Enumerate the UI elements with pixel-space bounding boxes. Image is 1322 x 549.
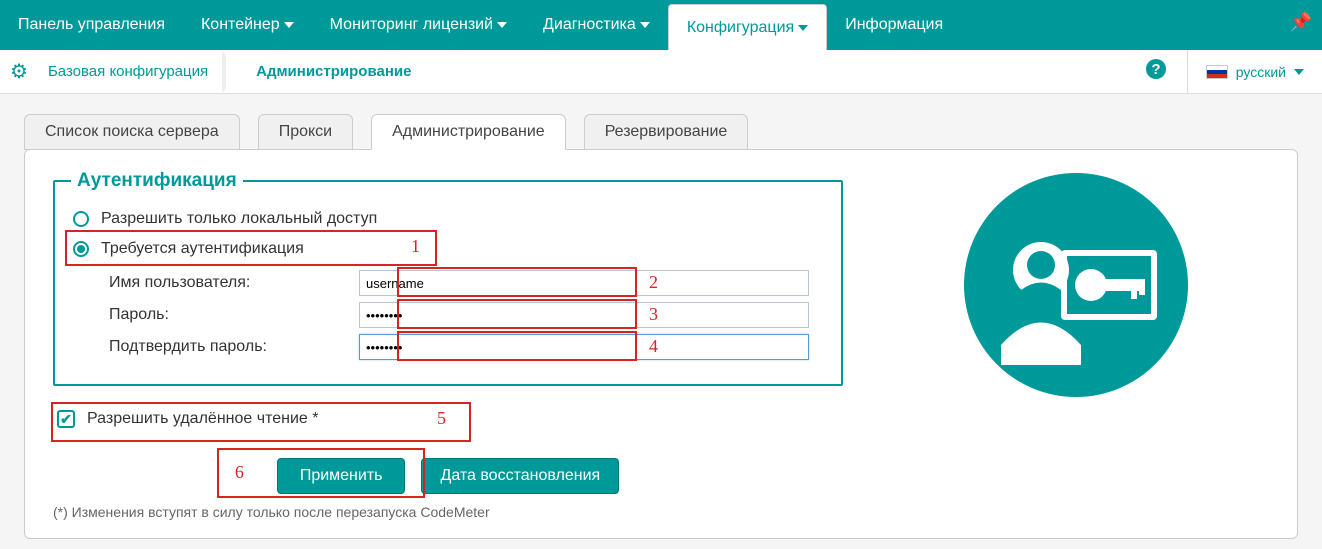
username-label: Имя пользователя: [109,274,359,292]
confirm-password-input[interactable] [359,334,809,360]
pin-icon[interactable]: 📌 [1290,12,1312,33]
tab-administration[interactable]: Администрирование [371,114,566,150]
chevron-down-icon [1294,69,1304,75]
annotation-num-6: 6 [235,462,244,483]
breadcrumb-base[interactable]: Базовая конфигурация [36,50,220,93]
top-nav: Панель управления Контейнер Мониторинг л… [0,0,1322,50]
button-row: 6 Применить Дата восстановления [53,458,843,494]
annotation-num-3: 3 [649,304,658,325]
password-input[interactable] [359,302,809,328]
apply-button[interactable]: Применить [277,458,406,494]
page-body: Список поиска сервера Прокси Администрир… [0,94,1322,549]
gear-icon: ⚙ [10,59,28,84]
auth-legend: Аутентификация [71,170,243,192]
flag-ru-icon [1206,65,1228,79]
user-key-illustration-icon [961,170,1191,400]
nav-license-monitoring[interactable]: Мониторинг лицензий [312,0,525,50]
footnote-text: (*) Изменения вступят в силу только посл… [53,504,1269,520]
content-panel: Аутентификация Разрешить только локальны… [24,149,1298,539]
nav-information[interactable]: Информация [827,0,961,50]
annotation-num-5: 5 [437,408,446,429]
annotation-num-2: 2 [649,272,658,293]
username-input[interactable] [359,270,809,296]
remote-read-checkbox-row[interactable]: ✔ Разрешить удалённое чтение * 5 [57,410,843,428]
remote-read-label: Разрешить удалённое чтение * [87,410,318,428]
tab-reservation[interactable]: Резервирование [584,114,749,150]
subtab-row: Список поиска сервера Прокси Администрир… [24,114,1298,150]
language-label: русский [1236,64,1286,80]
nav-dashboard[interactable]: Панель управления [0,0,183,50]
password-label: Пароль: [109,306,359,324]
nav-container[interactable]: Контейнер [183,0,312,50]
auth-fieldset: Аутентификация Разрешить только локальны… [53,170,843,386]
annotation-num-1: 1 [411,236,420,257]
help-icon[interactable]: ? [1145,58,1187,86]
chevron-down-icon [497,22,507,28]
confirm-password-label: Подтвердить пароль: [109,338,359,356]
radio-icon [73,241,89,257]
radio-icon [73,211,89,227]
chevron-down-icon [640,22,650,28]
tab-server-search[interactable]: Список поиска сервера [24,114,240,150]
checkbox-checked-icon: ✔ [57,410,75,428]
radio-local-access[interactable]: Разрешить только локальный доступ [71,204,825,234]
breadcrumb-bar: ⚙ Базовая конфигурация Администрирование… [0,50,1322,94]
svg-text:?: ? [1151,61,1160,78]
chevron-down-icon [798,25,808,31]
chevron-down-icon [284,22,294,28]
tab-proxy[interactable]: Прокси [258,114,353,150]
restore-date-button[interactable]: Дата восстановления [421,458,619,494]
annotation-num-4: 4 [649,336,658,357]
nav-diagnostics[interactable]: Диагностика [525,0,668,50]
nav-configuration[interactable]: Конфигурация [668,4,827,50]
breadcrumb-current: Администрирование [244,50,423,93]
language-selector[interactable]: русский [1187,50,1322,93]
radio-require-auth[interactable]: Требуется аутентификация [71,234,825,264]
